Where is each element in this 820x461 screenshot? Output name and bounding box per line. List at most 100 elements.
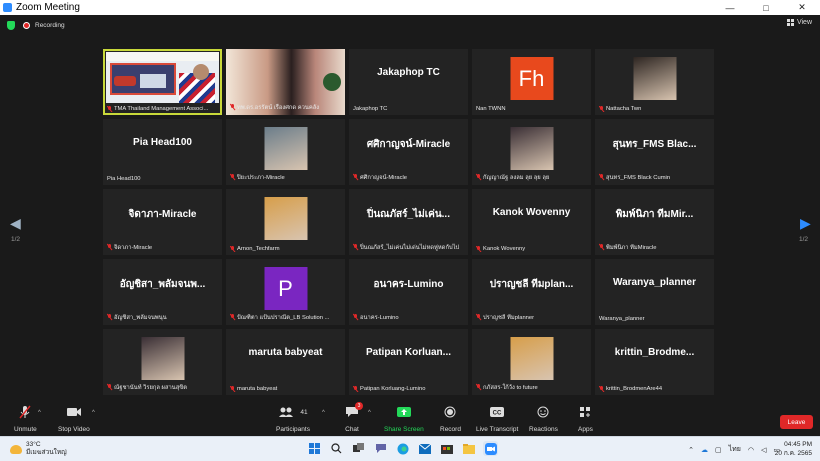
participant-name-label: Nattacha Twn bbox=[599, 106, 712, 112]
participant-tile[interactable]: Kanok Wovenny Kanok Wovenny bbox=[472, 189, 591, 255]
muted-mic-icon bbox=[107, 244, 112, 250]
recording-dot-icon bbox=[23, 21, 30, 29]
reactions-button[interactable]: Reactions bbox=[529, 404, 558, 433]
language-indicator[interactable]: ไทย bbox=[729, 444, 741, 455]
audio-options-chevron-icon[interactable]: ^ bbox=[38, 410, 41, 416]
participant-tile[interactable]: ณัฐชานันท์ วิรยกุล ผสานสุขิต bbox=[103, 329, 222, 395]
apps-button[interactable]: Apps bbox=[578, 404, 593, 433]
search-icon[interactable] bbox=[329, 441, 344, 456]
minimize-button[interactable]: — bbox=[712, 0, 748, 15]
participant-tile[interactable]: ปิยะประภา-Miracle bbox=[226, 119, 345, 185]
participant-tile[interactable]: ปิ่นณภัสร์_ไม่เค่น... ปิ่นณภัสร์_ไม่เค่นไ… bbox=[349, 189, 468, 255]
participant-name: Nattacha Twn bbox=[606, 106, 642, 112]
participant-name: Nan TWNN bbox=[476, 106, 506, 112]
store-icon[interactable] bbox=[439, 441, 454, 456]
windows-start-icon[interactable] bbox=[307, 441, 322, 456]
weather-desc: มีเมฆส่วนใหญ่ bbox=[26, 449, 67, 456]
participant-tile[interactable]: กภัสสร-ใก้วัง to future bbox=[472, 329, 591, 395]
participant-name-label: maruta babyeat bbox=[230, 386, 343, 392]
participant-tile[interactable]: krittin_Brodme... krittin_BrodmenAre44 bbox=[595, 329, 714, 395]
mail-icon[interactable] bbox=[417, 441, 432, 456]
participant-grid: TMA Thailand Management Associ... ทพ.ดร.อ… bbox=[103, 49, 717, 395]
participant-tile[interactable]: Patipan Korluan... Patipan Korluang-Lumin… bbox=[349, 329, 468, 395]
participant-display-name: Waranya_planner bbox=[613, 277, 696, 288]
video-options-chevron-icon[interactable]: ^ bbox=[92, 410, 95, 416]
muted-mic-icon bbox=[353, 386, 358, 392]
security-shield-icon[interactable] bbox=[7, 20, 15, 30]
participant-tile[interactable]: สุนทร_FMS Blac... สุนทร_FMS Black Cumin bbox=[595, 119, 714, 185]
live-transcript-button[interactable]: CC Live Transcript bbox=[476, 404, 518, 433]
edge-browser-icon[interactable] bbox=[395, 441, 410, 456]
participant-tile[interactable]: Waranya_planner Waranya_planner bbox=[595, 259, 714, 325]
participant-tile[interactable]: TMA Thailand Management Associ... bbox=[103, 49, 222, 115]
participant-name: TMA Thailand Management Associ... bbox=[114, 106, 209, 112]
participant-tile[interactable]: Arnon_Techfarm bbox=[226, 189, 345, 255]
participants-chevron-icon[interactable]: ^ bbox=[322, 410, 325, 416]
file-explorer-icon[interactable] bbox=[461, 441, 476, 456]
participant-tile[interactable]: P ปัณฑิตา แป้นปราณีต_LB Solution ... bbox=[226, 259, 345, 325]
participant-name: ทพ.ดร.อรรัตน์ เรืองศกด ควนคลัง bbox=[237, 105, 320, 111]
meeting-toolbar: Unmute ^ Stop Video ^ 41 Participants ^ … bbox=[0, 400, 820, 436]
muted-mic-icon bbox=[107, 384, 112, 390]
muted-mic-icon bbox=[353, 314, 358, 320]
muted-mic-icon bbox=[230, 174, 235, 180]
participant-tile[interactable]: ทพ.ดร.อรรัตน์ เรืองศกด ควนคลัง bbox=[226, 49, 345, 115]
participant-name: กัญญาณัฐ ลงลม ลุย ลุย ลุย bbox=[483, 175, 550, 181]
participant-name-label: พิมพ์นิภา ทีมMiracle bbox=[599, 242, 712, 252]
muted-mic-icon bbox=[476, 384, 481, 390]
network-icon[interactable]: ▢ bbox=[715, 446, 722, 454]
participant-tile[interactable]: Nattacha Twn bbox=[595, 49, 714, 115]
maximize-button[interactable]: □ bbox=[748, 0, 784, 15]
wifi-icon[interactable]: ◠ bbox=[748, 446, 754, 454]
unmute-button[interactable]: Unmute bbox=[14, 404, 37, 433]
participant-name-label: Pia Head100 bbox=[107, 176, 220, 182]
participant-name-label: กภัสสร-ใก้วัง to future bbox=[476, 382, 589, 392]
taskbar-clock[interactable]: 04:45 PM 20 ก.ค. 2565 bbox=[775, 440, 812, 458]
next-page-arrow-icon[interactable]: ▶ bbox=[800, 215, 811, 232]
participant-tile[interactable]: Jakaphop TC Jakaphop TC bbox=[349, 49, 468, 115]
leave-button[interactable]: Leave bbox=[780, 415, 813, 429]
chat-button[interactable]: 3 Chat bbox=[345, 402, 363, 433]
participant-tile[interactable]: อนาคร-Lumino อนาคร-Lumino bbox=[349, 259, 468, 325]
closed-caption-icon: CC bbox=[490, 404, 505, 420]
participant-profile-photo bbox=[264, 197, 307, 240]
participant-tile[interactable]: ศศิกาญจน์-Miracle ศศิกาญจน์-Miracle bbox=[349, 119, 468, 185]
stop-video-button[interactable]: Stop Video bbox=[58, 404, 90, 433]
participant-tile[interactable]: Fh Nan TWNN bbox=[472, 49, 591, 115]
participant-tile[interactable]: maruta babyeat maruta babyeat bbox=[226, 329, 345, 395]
participant-display-name: อัญชิสา_พลัมจนพ... bbox=[119, 279, 206, 290]
participant-name-label: อนาคร-Lumino bbox=[353, 312, 466, 322]
participant-name: Pia Head100 bbox=[107, 176, 141, 182]
participant-name-label: Patipan Korluang-Lumino bbox=[353, 386, 466, 392]
zoom-taskbar-icon[interactable] bbox=[483, 441, 498, 456]
participant-tile[interactable]: Pia Head100 Pia Head100 bbox=[103, 119, 222, 185]
participant-name: อนาคร-Lumino bbox=[360, 315, 399, 321]
participants-button[interactable]: 41 Participants bbox=[276, 404, 310, 433]
participant-name-label: ศศิกาญจน์-Miracle bbox=[353, 172, 466, 182]
onedrive-cloud-icon[interactable]: ☁ bbox=[701, 446, 708, 454]
chat-bubble-icon: 3 bbox=[345, 402, 363, 420]
participants-icon: 41 bbox=[278, 404, 308, 420]
chat-chevron-icon[interactable]: ^ bbox=[368, 410, 371, 416]
participant-name: Waranya_planner bbox=[599, 316, 645, 322]
participant-tile[interactable]: ปราญชลี ทีมplan... ปราญชลี ทีมplanner bbox=[472, 259, 591, 325]
previous-page-arrow-icon[interactable]: ◀ bbox=[10, 215, 21, 232]
close-button[interactable]: ✕ bbox=[784, 0, 820, 15]
muted-mic-icon bbox=[353, 244, 358, 250]
weather-widget[interactable]: 33°C มีเมฆส่วนใหญ่ bbox=[10, 441, 67, 457]
participant-tile[interactable]: อัญชิสา_พลัมจนพ... อัญชิสา_พลัมจนพนุน bbox=[103, 259, 222, 325]
weather-temp: 33°C bbox=[26, 441, 41, 448]
participant-tile[interactable]: จิดาภา-Miracle จิดาภา-Miracle bbox=[103, 189, 222, 255]
participant-tile[interactable]: พิมพ์นิภา ทีมMir... พิมพ์นิภา ทีมMiracle bbox=[595, 189, 714, 255]
participant-name: Patipan Korluang-Lumino bbox=[360, 386, 426, 392]
participant-tile[interactable]: กัญญาณัฐ ลงลม ลุย ลุย ลุย bbox=[472, 119, 591, 185]
video-gallery: ◀ 1/2 ▶ 1/2 TMA Thailand Management Asso… bbox=[0, 35, 820, 400]
task-view-icon[interactable] bbox=[351, 441, 366, 456]
participant-name-label: Arnon_Techfarm bbox=[230, 246, 343, 252]
record-button[interactable]: Record bbox=[440, 404, 461, 433]
share-screen-button[interactable]: Share Screen bbox=[384, 404, 424, 433]
chat-app-icon[interactable] bbox=[373, 441, 388, 456]
volume-icon[interactable]: ◁ bbox=[761, 446, 766, 454]
tray-chevron-icon[interactable]: ⌃ bbox=[688, 446, 694, 454]
view-button[interactable]: View bbox=[786, 19, 812, 26]
